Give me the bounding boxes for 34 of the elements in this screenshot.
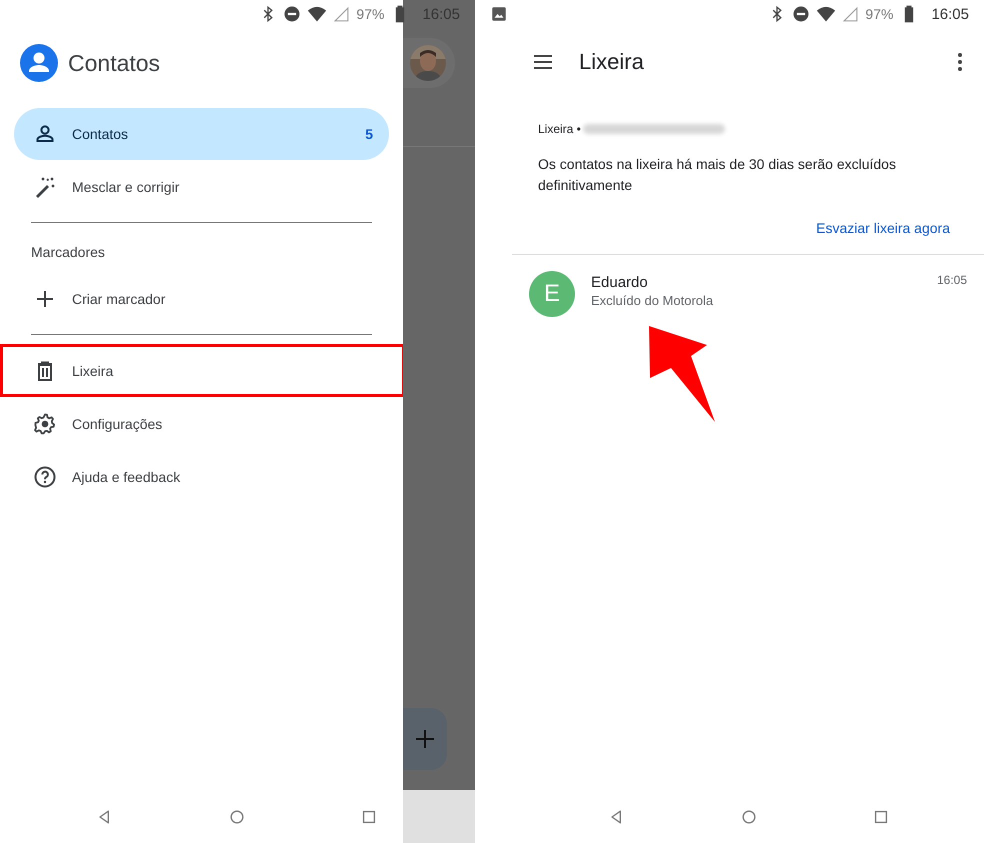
contact-time: 16:05 [936, 273, 967, 287]
contact-avatar: E [529, 271, 575, 317]
navigation-bar [403, 790, 475, 843]
wifi-icon [307, 4, 328, 24]
status-time: 16:05 [931, 6, 969, 22]
info-message: Os contatos na lixeira há mais de 30 dias serão excluídos definitivamente [538, 155, 897, 195]
page-title: Lixeira [579, 49, 645, 75]
do-not-disturb-icon [792, 5, 810, 23]
battery-percent: 97% [865, 6, 894, 22]
signal-icon [842, 6, 860, 22]
drawer-item[interactable]: Contatos 5 [14, 108, 389, 160]
image-notification-icon [490, 5, 508, 23]
add-button[interactable] [403, 708, 447, 770]
trash-label: Lixeira • [538, 122, 581, 136]
more-button[interactable] [958, 53, 962, 71]
drawer-item[interactable]: Criar marcador [14, 272, 389, 325]
help-icon [33, 464, 57, 488]
drawer-item[interactable]: Mesclar e corrigir [14, 160, 389, 213]
wifi-icon [816, 4, 836, 24]
signal-icon [333, 6, 350, 22]
do-not-disturb-icon [283, 5, 302, 23]
drawer-item[interactable]: Lixeira [0, 344, 405, 397]
section-heading: Marcadores [30, 243, 106, 262]
empty-trash-link[interactable]: Esvaziar lixeira agora [816, 220, 950, 236]
battery-percent: 97% [356, 6, 384, 22]
drawer-item[interactable]: Configurações [14, 397, 389, 450]
contact-name[interactable]: Eduardo [591, 274, 921, 291]
app-title: Contatos [68, 50, 160, 76]
drawer-item[interactable]: Ajuda e feedback [14, 450, 389, 503]
settings-icon [33, 412, 57, 436]
contacts-logo-icon [20, 44, 58, 82]
more-icon [958, 53, 962, 71]
contact-subtitle: Excluído do Motorola [591, 293, 714, 308]
plus-icon [413, 727, 437, 751]
